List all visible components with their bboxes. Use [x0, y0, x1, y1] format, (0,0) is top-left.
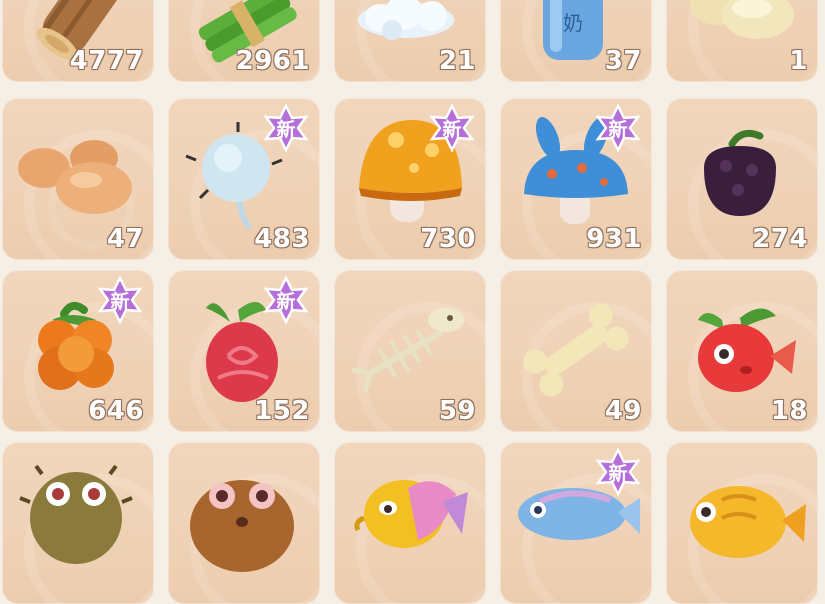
item-count: 2961: [235, 46, 310, 76]
item-count: 18: [770, 396, 808, 426]
new-badge: 新: [428, 103, 476, 153]
item-count: 152: [254, 396, 310, 426]
golden-fish-icon: [690, 486, 806, 558]
new-badge-label: 新: [442, 118, 462, 141]
item-count: 730: [420, 224, 476, 254]
new-badge: 新: [96, 275, 144, 325]
inventory-slot-orange-cloudberry[interactable]: 新 646: [2, 270, 154, 432]
inventory-slot-red-apple-fish[interactable]: 18: [666, 270, 818, 432]
inventory-slot-cotton-cloud[interactable]: 21: [334, 0, 486, 82]
inventory-slot-bone[interactable]: 49: [500, 270, 652, 432]
item-count: 274: [752, 224, 808, 254]
new-badge-label: 新: [608, 462, 628, 485]
inventory-slot-wood-log[interactable]: 4777: [2, 0, 154, 82]
item-count: 1: [789, 46, 808, 76]
inventory-slot-eggs[interactable]: 47: [2, 98, 154, 260]
new-badge: 新: [594, 447, 642, 497]
new-badge-label: 新: [608, 118, 628, 141]
inventory-slot-brown-toad-fish[interactable]: [168, 442, 320, 604]
inventory-slot-orange-mushroom[interactable]: 新 730: [334, 98, 486, 260]
item-count: 37: [604, 46, 642, 76]
inventory-slot-fish-bone[interactable]: 59: [334, 270, 486, 432]
inventory-slot-blue-rabbit-mushroom[interactable]: 新 931: [500, 98, 652, 260]
item-count: 483: [254, 224, 310, 254]
item-count: 49: [604, 396, 642, 426]
pufferfish-icon: [19, 464, 133, 564]
svg-text:奶: 奶: [563, 11, 583, 35]
item-count: 21: [438, 46, 476, 76]
new-badge-label: 新: [110, 290, 130, 313]
new-badge-label: 新: [276, 118, 296, 141]
item-count: 931: [586, 224, 642, 254]
new-badge: 新: [262, 103, 310, 153]
inventory-slot-dandelion-puff[interactable]: 新 483: [168, 98, 320, 260]
inventory-grid: 4777 2961 21 奶 37 1 47 新 483 新 730 新 931…: [0, 0, 825, 604]
inventory-slot-black-berry[interactable]: 274: [666, 98, 818, 260]
new-badge: 新: [262, 275, 310, 325]
inventory-slot-green-bamboo-bundle[interactable]: 2961: [168, 0, 320, 82]
new-badge-label: 新: [276, 290, 296, 313]
inventory-slot-golden-fish[interactable]: [666, 442, 818, 604]
inventory-slot-milk-bottle[interactable]: 奶 37: [500, 0, 652, 82]
item-count: 59: [438, 396, 476, 426]
inventory-slot-potatoes[interactable]: 1: [666, 0, 818, 82]
item-count: 47: [106, 224, 144, 254]
new-badge: 新: [594, 103, 642, 153]
item-count: 646: [88, 396, 144, 426]
inventory-slot-yellow-pink-seahorse-fish[interactable]: [334, 442, 486, 604]
inventory-slot-red-swirl-fruit[interactable]: 新 152: [168, 270, 320, 432]
inventory-slot-blue-arowana-fish[interactable]: 新: [500, 442, 652, 604]
item-count: 4777: [69, 46, 144, 76]
yellow-pink-fish-icon: [354, 480, 468, 548]
brown-toad-fish-icon: [190, 480, 294, 572]
inventory-slot-pufferfish[interactable]: [2, 442, 154, 604]
